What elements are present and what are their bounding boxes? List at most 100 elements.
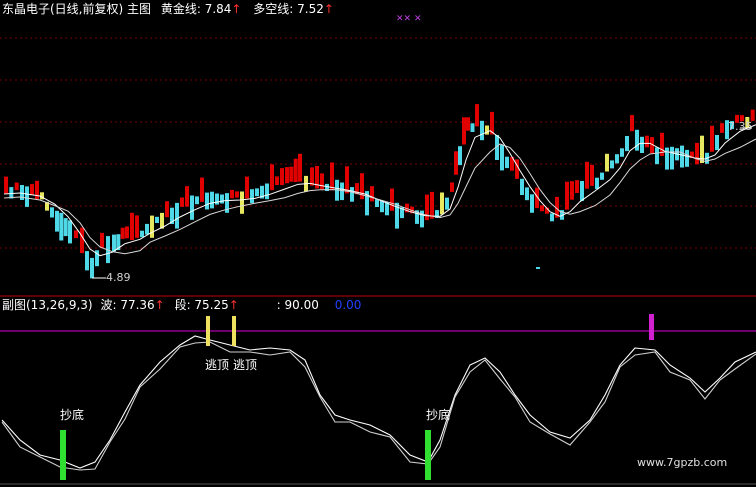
price-bar [575, 180, 579, 193]
price-bar [345, 166, 349, 194]
escape-top-signal-1 [206, 316, 210, 346]
price-bar [635, 129, 639, 151]
price-bar [120, 227, 125, 239]
main-chart-title: 东晶电子(日线,前复权) 主图 [2, 2, 151, 16]
stock-chart-canvas[interactable]: ✕✕ ✕ [0, 0, 756, 487]
price-bar [255, 188, 259, 197]
price-bar [80, 227, 84, 254]
price-bar [4, 176, 8, 194]
price-bar [610, 160, 614, 169]
price-bar [466, 117, 470, 131]
gold-line-value: 7.84 [204, 2, 232, 16]
price-bar [590, 164, 594, 186]
price-bar [245, 176, 249, 199]
price-bar [185, 186, 189, 207]
bottom-signal-2 [425, 430, 431, 480]
price-bar [375, 199, 379, 207]
multi-short-value: 7.52 [297, 2, 324, 16]
price-bar [475, 104, 479, 127]
price-bar [600, 172, 604, 180]
small-dash-marker [536, 267, 540, 269]
price-bar [525, 187, 529, 201]
sub-header: 副图(13,26,9,3) 波: 77.36↑ 段: 75.25↑ : 90.0… [2, 298, 361, 312]
multi-short-label: 多空线: [253, 2, 298, 16]
price-bar [150, 215, 154, 238]
price-bar [565, 181, 569, 210]
price-bar [530, 194, 534, 213]
cross-marker: ✕✕ ✕ [396, 14, 421, 24]
wave-label: 波: [100, 298, 121, 312]
price-bar [645, 135, 649, 148]
price-bar [265, 183, 269, 200]
price-bar [155, 216, 159, 223]
price-bar [210, 191, 214, 209]
low-price-label: 4.89 [106, 271, 131, 284]
price-bar [445, 197, 449, 210]
price-bar [580, 181, 584, 201]
price-bar [550, 213, 554, 222]
price-bar [175, 202, 179, 229]
price-bar [462, 117, 466, 145]
escape-top-signal-2 [232, 316, 236, 346]
price-bar [695, 142, 699, 165]
price-bar [485, 125, 489, 135]
level-value: : 90.00 [276, 298, 319, 312]
price-bar [540, 205, 544, 212]
price-bar [715, 135, 719, 151]
price-bar [9, 187, 14, 199]
price-bar [135, 215, 139, 238]
magenta-signal [649, 314, 654, 340]
price-bar [685, 149, 689, 167]
price-bar [380, 200, 384, 213]
price-bar [340, 182, 344, 201]
escape-top-label-1: 逃顶 [205, 358, 230, 372]
price-bar [505, 156, 509, 169]
price-bar [458, 146, 462, 166]
gold-arrow-icon: ↑ [231, 2, 242, 16]
price-bar [165, 201, 169, 218]
multi-arrow-icon: ↑ [323, 2, 334, 16]
price-bar [235, 191, 239, 198]
price-bar [85, 251, 89, 271]
wave-line [1, 335, 756, 469]
price-bar [470, 123, 475, 132]
segment-arrow-icon: ↑ [228, 298, 239, 312]
escape-top-label-2: 逃顶 [233, 358, 258, 372]
price-bar [25, 186, 29, 207]
price-bar [655, 147, 659, 165]
price-bar [625, 136, 629, 152]
segment-label: 段: [174, 298, 195, 312]
price-bar [390, 188, 394, 211]
price-bar [112, 234, 116, 252]
price-bar [640, 136, 644, 153]
price-bar [270, 164, 274, 191]
price-bar [14, 182, 19, 191]
price-bar [630, 115, 634, 132]
price-bar [430, 191, 434, 219]
price-bar [680, 145, 684, 168]
price-bar [280, 168, 284, 186]
price-bar [454, 151, 458, 175]
price-bar [55, 210, 59, 232]
price-bar [670, 146, 674, 170]
price-bar [710, 125, 714, 152]
price-bar [370, 186, 374, 202]
price-bar [74, 230, 78, 239]
price-bar [200, 177, 204, 202]
high-price-label: 7.35 [728, 120, 753, 133]
bottom-label-1: 抄底 [60, 408, 85, 422]
wave-arrow-icon: ↑ [154, 298, 165, 312]
segment-value: 75.25 [194, 298, 229, 312]
blue-value: 0.00 [334, 298, 362, 312]
price-bar [90, 257, 94, 279]
price-bar [59, 212, 64, 241]
price-bar [215, 193, 219, 205]
price-bar [310, 167, 314, 186]
price-bar [500, 144, 504, 171]
price-bar [615, 154, 619, 164]
price-bar [289, 166, 294, 182]
sub-chart-title: 副图(13,26,9,3) [2, 298, 93, 312]
bottom-signal-1 [60, 430, 66, 480]
price-bar [140, 230, 144, 238]
price-bar [180, 197, 184, 207]
